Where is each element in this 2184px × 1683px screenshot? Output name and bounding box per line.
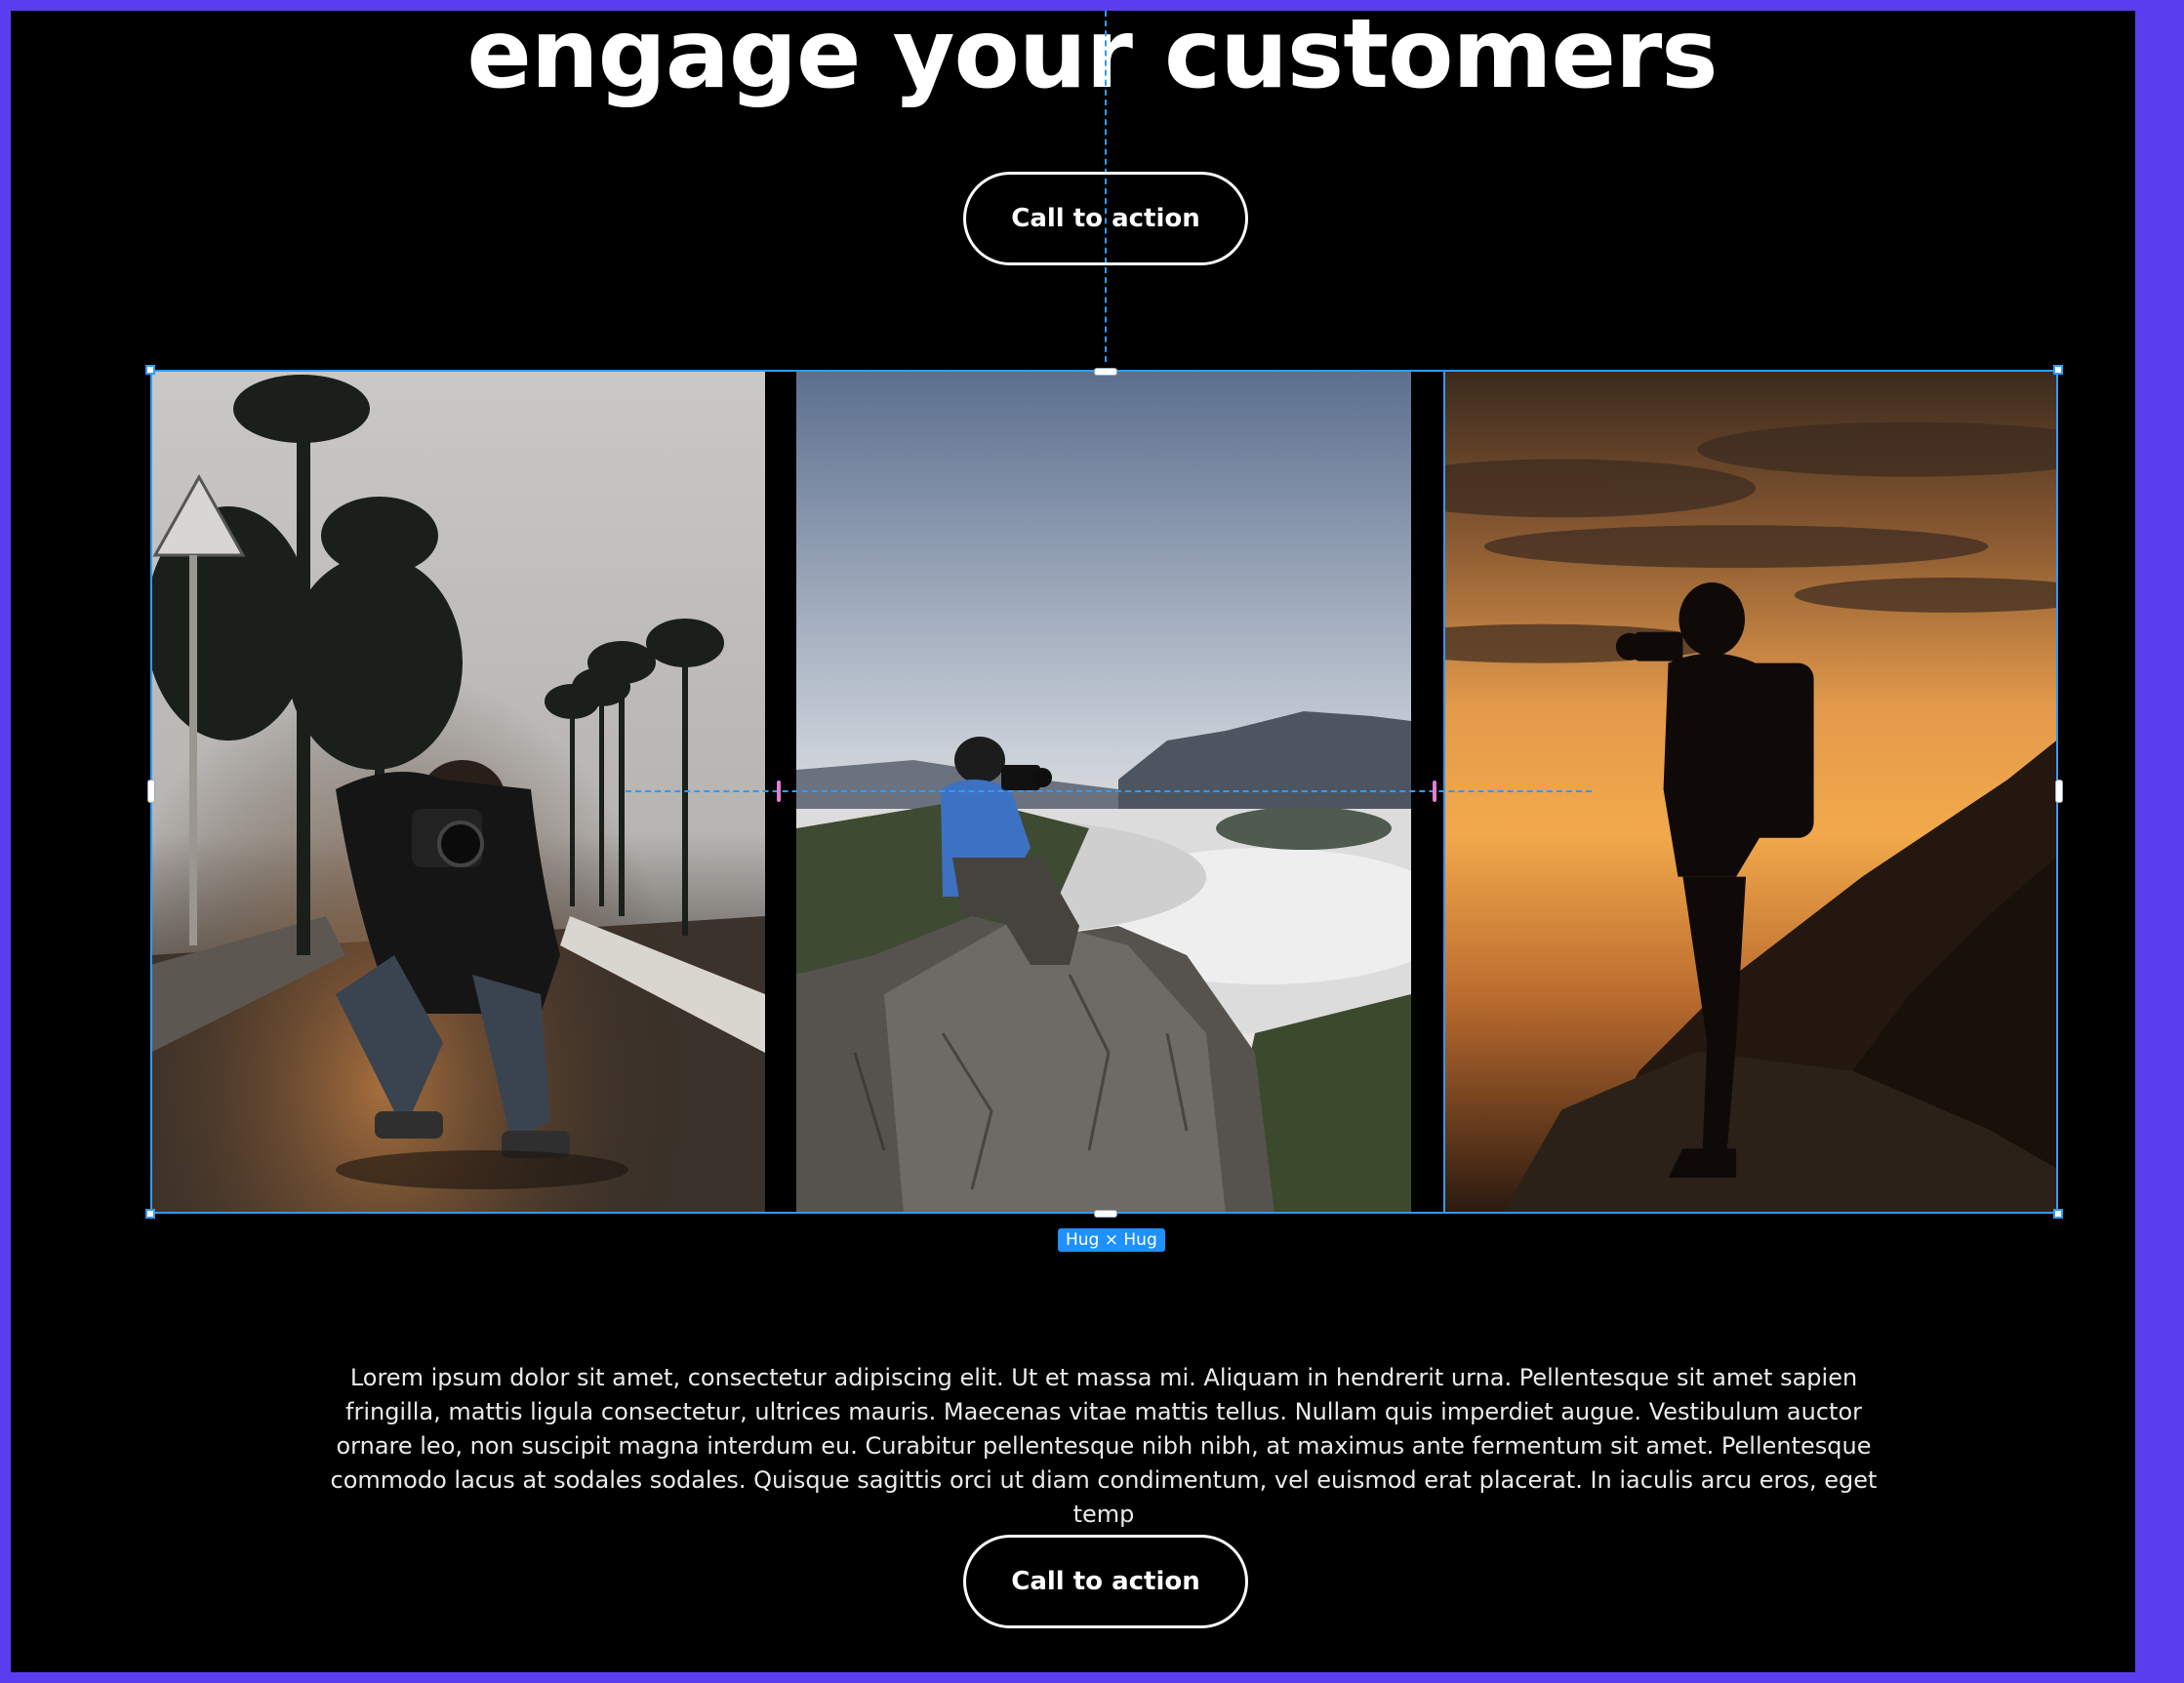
- canvas: engage your customers Call to action Hug…: [11, 11, 2135, 1672]
- horizontal-center-guide: [626, 790, 1592, 792]
- size-hug-badge: Hug × Hug: [1058, 1228, 1165, 1252]
- gap-marker-right[interactable]: [1433, 781, 1436, 802]
- cta-button-bottom[interactable]: Call to action: [963, 1535, 1248, 1628]
- edge-handle-bottom[interactable]: [1094, 1210, 1117, 1218]
- headline-text: engage your customers: [466, 11, 1718, 110]
- resize-handle-bottom-left[interactable]: [145, 1209, 155, 1219]
- edge-handle-right[interactable]: [2055, 780, 2063, 803]
- body-paragraph: Lorem ipsum dolor sit amet, consectetur …: [330, 1364, 1878, 1528]
- edge-handle-left[interactable]: [147, 780, 155, 803]
- page-headline: engage your customers: [11, 11, 2135, 106]
- edge-handle-top[interactable]: [1094, 368, 1117, 376]
- resize-handle-bottom-right[interactable]: [2053, 1209, 2063, 1219]
- resize-handle-top-left[interactable]: [145, 365, 155, 375]
- cta-button-top[interactable]: Call to action: [963, 172, 1248, 265]
- gap-marker-left[interactable]: [777, 781, 781, 802]
- resize-handle-top-right[interactable]: [2053, 365, 2063, 375]
